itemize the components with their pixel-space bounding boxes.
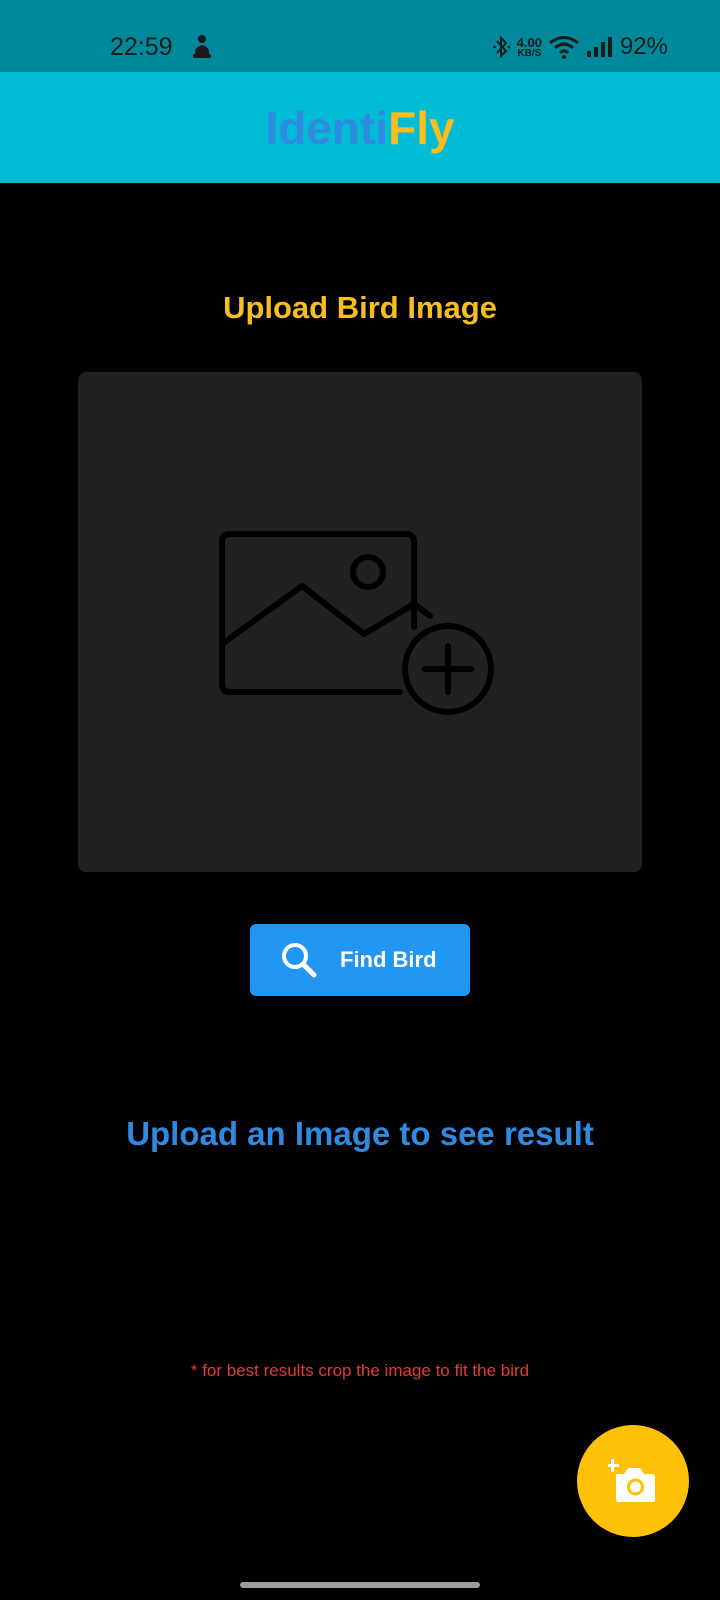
app-title-part2: Fly (388, 101, 455, 154)
status-time: 22:59 (110, 33, 173, 61)
speed-unit: KB/S (517, 47, 542, 59)
app-title-part1: Identi (265, 101, 389, 154)
wifi-icon (549, 36, 579, 59)
status-bar: 22:59 4.00 KB/S 92% (0, 0, 720, 72)
bluetooth-icon (492, 35, 510, 59)
status-icons: 4.00 KB/S 92% (492, 32, 668, 62)
app-bar: IdentiFly (0, 72, 720, 183)
find-bird-button[interactable]: Find Bird (250, 924, 470, 996)
cell-signal-icon (586, 37, 612, 57)
section-title: Upload Bird Image (223, 290, 497, 325)
battery-level: 92% (619, 33, 668, 60)
image-upload-area[interactable] (78, 372, 642, 872)
notification-figure-icon (193, 35, 211, 58)
add-camera-icon (608, 1459, 655, 1502)
home-indicator[interactable] (240, 1582, 480, 1588)
hint-text: * for best results crop the image to fit… (190, 1361, 530, 1380)
app-title: IdentiFly (265, 101, 454, 155)
find-bird-label: Find Bird (340, 947, 437, 972)
result-text: Upload an Image to see result (126, 1115, 594, 1152)
network-speed: 4.00 KB/S (517, 36, 542, 59)
speed-value: 4.00 (516, 34, 542, 50)
add-photo-fab[interactable] (577, 1425, 689, 1537)
add-photo-icon (219, 531, 494, 715)
search-icon (282, 943, 317, 978)
